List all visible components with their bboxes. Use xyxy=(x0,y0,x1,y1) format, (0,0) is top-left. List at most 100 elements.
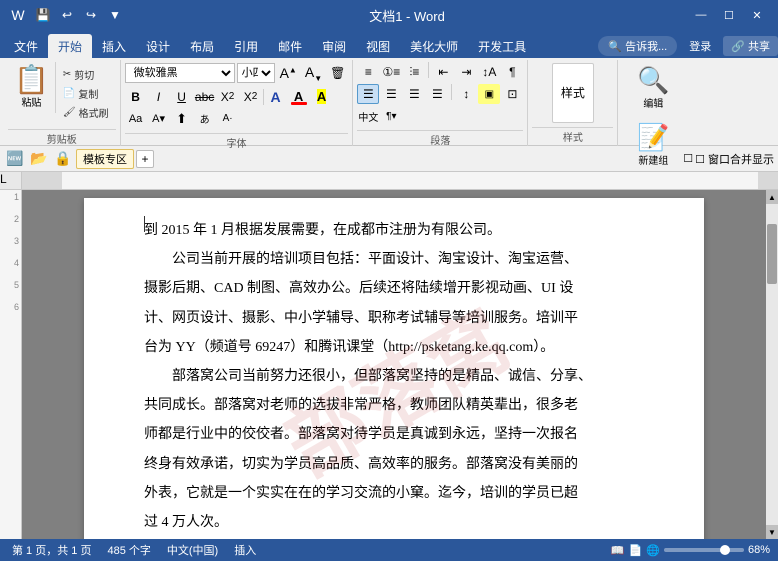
web-layout-button[interactable]: 🌐 xyxy=(646,544,660,557)
paste-button[interactable]: 📋 粘贴 xyxy=(8,62,56,113)
find-replace-button[interactable]: 🔍 编辑 xyxy=(628,62,678,115)
chinese-layout-button[interactable]: 中文 xyxy=(357,106,379,126)
cut-button[interactable]: ✂ 剪切 xyxy=(60,66,112,83)
phonetic-button[interactable]: あ xyxy=(194,109,216,129)
save-button[interactable]: 💾 xyxy=(32,4,54,26)
language[interactable]: 中文(中国) xyxy=(163,542,222,558)
document-scroll-area[interactable]: 部落窝 到 2015 年 1 月根据发展需要，在成都市注册为有限公司。 公司当前… xyxy=(22,190,766,539)
zoom-thumb[interactable] xyxy=(720,545,730,555)
font-grow-button[interactable]: A▲ xyxy=(277,63,300,83)
tab-references[interactable]: 引用 xyxy=(224,34,268,58)
font-size-dropdown[interactable]: 小四 xyxy=(237,63,275,83)
change-case-button[interactable]: Aa xyxy=(125,109,147,129)
zoom-level[interactable]: 68% xyxy=(748,544,770,556)
text-effect-button[interactable]: A xyxy=(265,87,287,107)
copy-button[interactable]: 📄 复制 xyxy=(60,85,112,102)
underline-button[interactable]: U xyxy=(171,87,193,107)
decrease-indent-button[interactable]: ⇤ xyxy=(432,62,454,82)
strikethrough-button[interactable]: abc xyxy=(194,87,216,107)
window-merge-button[interactable]: ☐ ☐ 窗口合并显示 xyxy=(683,151,774,167)
borders-button[interactable]: ⊡ xyxy=(501,84,523,104)
print-layout-button[interactable]: 📄 xyxy=(629,544,643,557)
format-paint-button[interactable]: 🖌 格式刷 xyxy=(60,104,112,121)
subscript-button[interactable]: X2 xyxy=(217,87,239,107)
para-setting-button[interactable]: ¶▾ xyxy=(380,106,402,126)
align-justify-button[interactable]: ☰ xyxy=(426,84,448,104)
show-marks-button[interactable]: ¶ xyxy=(501,62,523,82)
para-1: 到 2015 年 1 月根据发展需要，在成都市注册为有限公司。 xyxy=(144,218,644,243)
para-9: 终身有效承诺，切实为学员高品质、高效率的服务。部落窝没有美丽的 xyxy=(144,452,644,477)
lock-button[interactable]: 🔒 xyxy=(52,148,74,170)
login-button[interactable]: 登录 xyxy=(683,36,717,56)
highlight-color-button[interactable]: A xyxy=(311,87,333,107)
tab-design[interactable]: 设计 xyxy=(136,34,180,58)
increase-indent-button[interactable]: ⇥ xyxy=(455,62,477,82)
ruler-corner[interactable]: L xyxy=(0,172,22,190)
superscript-button[interactable]: X2 xyxy=(240,87,262,107)
tab-insert[interactable]: 插入 xyxy=(92,34,136,58)
text-color-button[interactable]: A xyxy=(288,87,310,107)
undo-button[interactable]: ↩ xyxy=(56,4,78,26)
cut-icon: ✂ xyxy=(63,69,71,80)
open-button[interactable]: 📂 xyxy=(28,148,50,170)
title-bar-left: W 💾 ↩ ↪ ▼ xyxy=(8,4,126,26)
scroll-thumb[interactable] xyxy=(767,224,777,284)
align-right-button[interactable]: ☰ xyxy=(403,84,425,104)
maximize-button[interactable]: ☐ xyxy=(716,2,742,28)
multilevel-list-button[interactable]: ⫶≡ xyxy=(403,62,425,82)
v-ruler-marks: 1 2 3 4 5 6 xyxy=(0,190,21,312)
minimize-button[interactable]: — xyxy=(688,2,714,28)
tell-me-button[interactable]: 🔍 告诉我... xyxy=(598,36,677,56)
ruler: L // Will be done in JS -4 -2 2 4 6 8 10 xyxy=(0,172,778,190)
tab-file[interactable]: 文件 xyxy=(4,34,48,58)
zoom-slider[interactable] xyxy=(664,548,744,552)
new-doc-button[interactable]: 🆕 xyxy=(4,148,26,170)
share-button[interactable]: 🔗 共享 xyxy=(723,36,778,56)
font-spacing-button[interactable]: A▾ xyxy=(148,109,170,129)
tab-home[interactable]: 开始 xyxy=(48,34,92,58)
font-name-select[interactable]: 微软雅黑 xyxy=(125,63,235,83)
redo-button[interactable]: ↪ xyxy=(80,4,102,26)
template-button[interactable]: 模板专区 xyxy=(76,149,134,169)
scroll-down-button[interactable]: ▼ xyxy=(766,525,778,539)
tab-developer[interactable]: 开发工具 xyxy=(468,34,536,58)
scroll-up-button[interactable]: ▲ xyxy=(766,190,778,204)
tab-view[interactable]: 视图 xyxy=(356,34,400,58)
font-shrink-button[interactable]: A▼ xyxy=(302,62,325,85)
page-count[interactable]: 第 1 页，共 1 页 xyxy=(8,542,95,558)
tab-review[interactable]: 审阅 xyxy=(312,34,356,58)
close-button[interactable]: ✕ xyxy=(744,2,770,28)
word-icon: W xyxy=(8,5,28,25)
paste-icon: 📋 xyxy=(14,66,49,94)
tab-beautify[interactable]: 美化大师 xyxy=(400,34,468,58)
tab-mailings[interactable]: 邮件 xyxy=(268,34,312,58)
read-mode-button[interactable]: 📖 xyxy=(611,544,625,557)
align-center-button[interactable]: ☰ xyxy=(380,84,402,104)
document-page: 部落窝 到 2015 年 1 月根据发展需要，在成都市注册为有限公司。 公司当前… xyxy=(84,198,704,539)
vertical-scrollbar[interactable]: ▲ ▼ xyxy=(766,190,778,539)
add-toolbar-button[interactable]: + xyxy=(136,150,154,168)
ribbon-content: 📋 粘贴 ✂ 剪切 📄 复制 🖌 格式刷 xyxy=(0,58,778,146)
align-left-button[interactable]: ☰ xyxy=(357,84,379,104)
copy-icon: 📄 xyxy=(63,88,75,99)
clipboard-label: 剪贴板 xyxy=(8,129,116,146)
numbering-button[interactable]: ①≡ xyxy=(380,62,402,82)
text-direction-button[interactable]: ⬆ xyxy=(171,109,193,129)
word-count[interactable]: 485 个字 xyxy=(103,542,154,558)
line-spacing-button[interactable]: ↕ xyxy=(455,84,477,104)
styles-button[interactable]: 样式 xyxy=(552,63,594,123)
insert-mode[interactable]: 插入 xyxy=(230,542,260,558)
emphasis-button[interactable]: A· xyxy=(217,109,239,129)
scroll-track[interactable] xyxy=(766,204,778,525)
clear-format-button[interactable]: 🗑 xyxy=(327,65,348,81)
sort-button[interactable]: ↕A xyxy=(478,62,500,82)
clipboard-small-buttons: ✂ 剪切 📄 复制 🖌 格式刷 xyxy=(56,62,116,125)
bold-button[interactable]: B xyxy=(125,87,147,107)
shading-button[interactable]: ▣ xyxy=(478,84,500,104)
tab-layout[interactable]: 布局 xyxy=(180,34,224,58)
new-group-button[interactable]: 📝 新建组 xyxy=(628,119,678,172)
bullets-button[interactable]: ≡ xyxy=(357,62,379,82)
quick-access-dropdown[interactable]: ▼ xyxy=(104,4,126,26)
italic-button[interactable]: I xyxy=(148,87,170,107)
editing-group: 🔍 编辑 📝 新建组 xyxy=(618,60,688,146)
